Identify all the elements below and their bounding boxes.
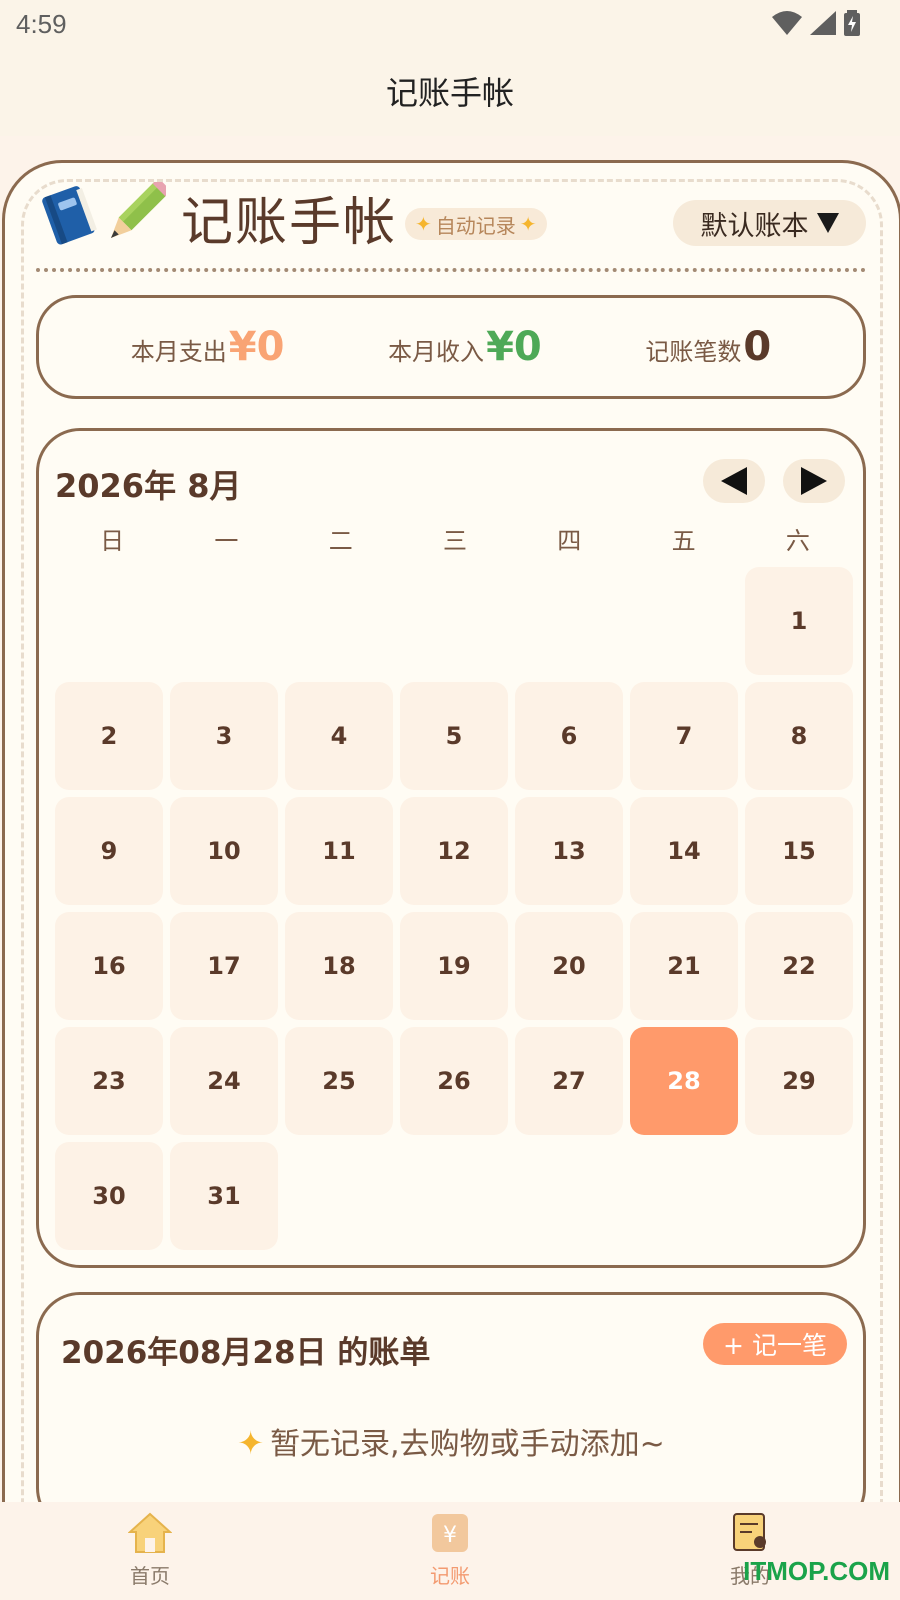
weekday-label: 二 <box>328 527 353 555</box>
weekday-header: 日一二三四五六 <box>55 521 855 561</box>
calendar-day[interactable]: 8 <box>745 682 853 790</box>
profile-icon <box>733 1513 766 1551</box>
calendar-day[interactable]: 15 <box>745 797 853 905</box>
weekday-label: 五 <box>671 527 696 555</box>
empty-message-text: 暂无记录,去购物或手动添加~ <box>270 1427 665 1462</box>
calendar-day[interactable]: 25 <box>285 1027 393 1135</box>
calendar-day[interactable]: 3 <box>170 682 278 790</box>
stat-label: 本月支出 <box>130 338 227 366</box>
calendar-empty-cell <box>400 567 508 675</box>
calendar-empty-cell <box>55 567 163 675</box>
app-bar: 记账手帐 <box>0 50 900 136</box>
tab-ledger[interactable]: ¥ 记账 <box>300 1502 600 1600</box>
auto-record-badge: ✦ 自动记录 ✦ <box>405 208 547 240</box>
calendar-day[interactable]: 10 <box>170 797 278 905</box>
calendar-day[interactable]: 24 <box>170 1027 278 1135</box>
weekday-label: 日 <box>100 527 125 555</box>
calendar-day[interactable]: 31 <box>170 1142 278 1250</box>
calendar-day[interactable]: 27 <box>515 1027 623 1135</box>
tab-home[interactable]: 首页 <box>0 1502 300 1600</box>
calendar-empty-cell <box>170 567 278 675</box>
sparkle-icon: ✦ <box>415 212 432 236</box>
calendar-day[interactable]: 4 <box>285 682 393 790</box>
stat-value: 0 <box>743 324 772 370</box>
triangle-left-icon <box>721 467 747 495</box>
prev-month-button[interactable] <box>703 459 765 503</box>
stats-card: 本月支出 ¥0 本月收入 ¥0 记账笔数 0 <box>36 295 866 399</box>
calendar-day[interactable]: 29 <box>745 1027 853 1135</box>
weekday-label: 六 <box>785 527 810 555</box>
stat-income: 本月收入 ¥0 <box>388 324 542 370</box>
calendar-day[interactable]: 23 <box>55 1027 163 1135</box>
pencil-icon <box>110 182 166 239</box>
bill-title: 2026年08月28日 的账单 <box>61 1335 431 1371</box>
calendar-day[interactable]: 11 <box>285 797 393 905</box>
calendar-day[interactable]: 19 <box>400 912 508 1020</box>
calendar-day[interactable]: 21 <box>630 912 738 1020</box>
tab-label: 首页 <box>130 1564 170 1588</box>
app-bar-title: 记账手帐 <box>385 74 514 112</box>
sparkle-icon: ✦ <box>519 212 537 236</box>
calendar-day[interactable]: 2 <box>55 682 163 790</box>
calendar-day[interactable]: 22 <box>745 912 853 1020</box>
header-row: 记账手帐 ✦ 自动记录 ✦ 默认账本 <box>38 182 868 253</box>
stat-label: 记账笔数 <box>645 338 742 366</box>
home-icon <box>128 1512 172 1553</box>
add-record-label: + 记一笔 <box>723 1331 827 1360</box>
auto-record-label: 自动记录 <box>435 213 516 238</box>
weekday-label: 三 <box>442 527 467 555</box>
weekday-label: 四 <box>557 527 582 555</box>
calendar-day[interactable]: 13 <box>515 797 623 905</box>
ledger-select[interactable]: 默认账本 <box>673 200 866 246</box>
calendar-day[interactable]: 9 <box>55 797 163 905</box>
battery-icon <box>844 10 860 36</box>
calendar-empty-cell <box>515 567 623 675</box>
calendar-empty-cell <box>285 567 393 675</box>
calendar-day[interactable]: 1 <box>745 567 853 675</box>
calendar-day-grid: 1 2 3 4 5 6 7 8 9 10 11 12 13 14 15 16 17 18 19 20 21 22 23 24 2… <box>55 567 855 1250</box>
status-bar: 4:59 <box>0 0 900 50</box>
calendar-day[interactable]: 16 <box>55 912 163 1020</box>
triangle-right-icon <box>801 467 827 495</box>
signal-icon <box>810 11 836 35</box>
calendar-day[interactable]: 20 <box>515 912 623 1020</box>
stat-value: ¥0 <box>486 324 542 370</box>
calendar-day[interactable]: 17 <box>170 912 278 1020</box>
next-month-button[interactable] <box>783 459 845 503</box>
empty-message: ✦ 暂无记录,去购物或手动添加~ <box>39 1419 863 1463</box>
stat-expense: 本月支出 ¥0 <box>131 324 285 370</box>
calendar-day[interactable]: 12 <box>400 797 508 905</box>
sparkle-icon: ✦ <box>237 1424 265 1462</box>
calendar-day[interactable]: 18 <box>285 912 393 1020</box>
stat-label: 本月收入 <box>388 338 485 366</box>
stat-count: 记账笔数 0 <box>645 324 771 370</box>
calendar-day[interactable]: 14 <box>630 797 738 905</box>
status-time: 4:59 <box>16 9 67 39</box>
add-record-button[interactable]: + 记一笔 <box>703 1323 847 1365</box>
calendar-month-title: 2026年 8月 <box>55 467 242 505</box>
calendar-day[interactable]: 6 <box>515 682 623 790</box>
calendar-day-selected[interactable]: 28 <box>630 1027 738 1135</box>
calendar-day[interactable]: 26 <box>400 1027 508 1135</box>
ledger-icon: ¥ <box>432 1514 468 1552</box>
calendar-day[interactable]: 5 <box>400 682 508 790</box>
stat-value: ¥0 <box>228 324 285 370</box>
brand-title: 记账手帐 <box>181 193 398 253</box>
calendar-card: 2026年 8月 日一二三四五六 1 2 3 4 5 6 7 8 9 10 11 12 13 14 15 16… <box>36 428 866 1268</box>
tab-label: 记账 <box>430 1564 470 1588</box>
dotted-divider <box>36 268 866 272</box>
weekday-label: 一 <box>214 527 239 555</box>
wifi-icon <box>772 11 802 35</box>
bill-card: 2026年08月28日 的账单 + 记一笔 ✦ 暂无记录,去购物或手动添加~ <box>36 1292 866 1532</box>
calendar-empty-cell <box>630 567 738 675</box>
calendar-day[interactable]: 30 <box>55 1142 163 1250</box>
calendar-day[interactable]: 7 <box>630 682 738 790</box>
dropdown-triangle-icon <box>816 213 839 233</box>
ledger-select-label: 默认账本 <box>700 210 809 242</box>
book-icon <box>42 186 97 245</box>
watermark: ITMOP.COM <box>743 1556 890 1586</box>
svg-text:¥: ¥ <box>443 1523 457 1548</box>
